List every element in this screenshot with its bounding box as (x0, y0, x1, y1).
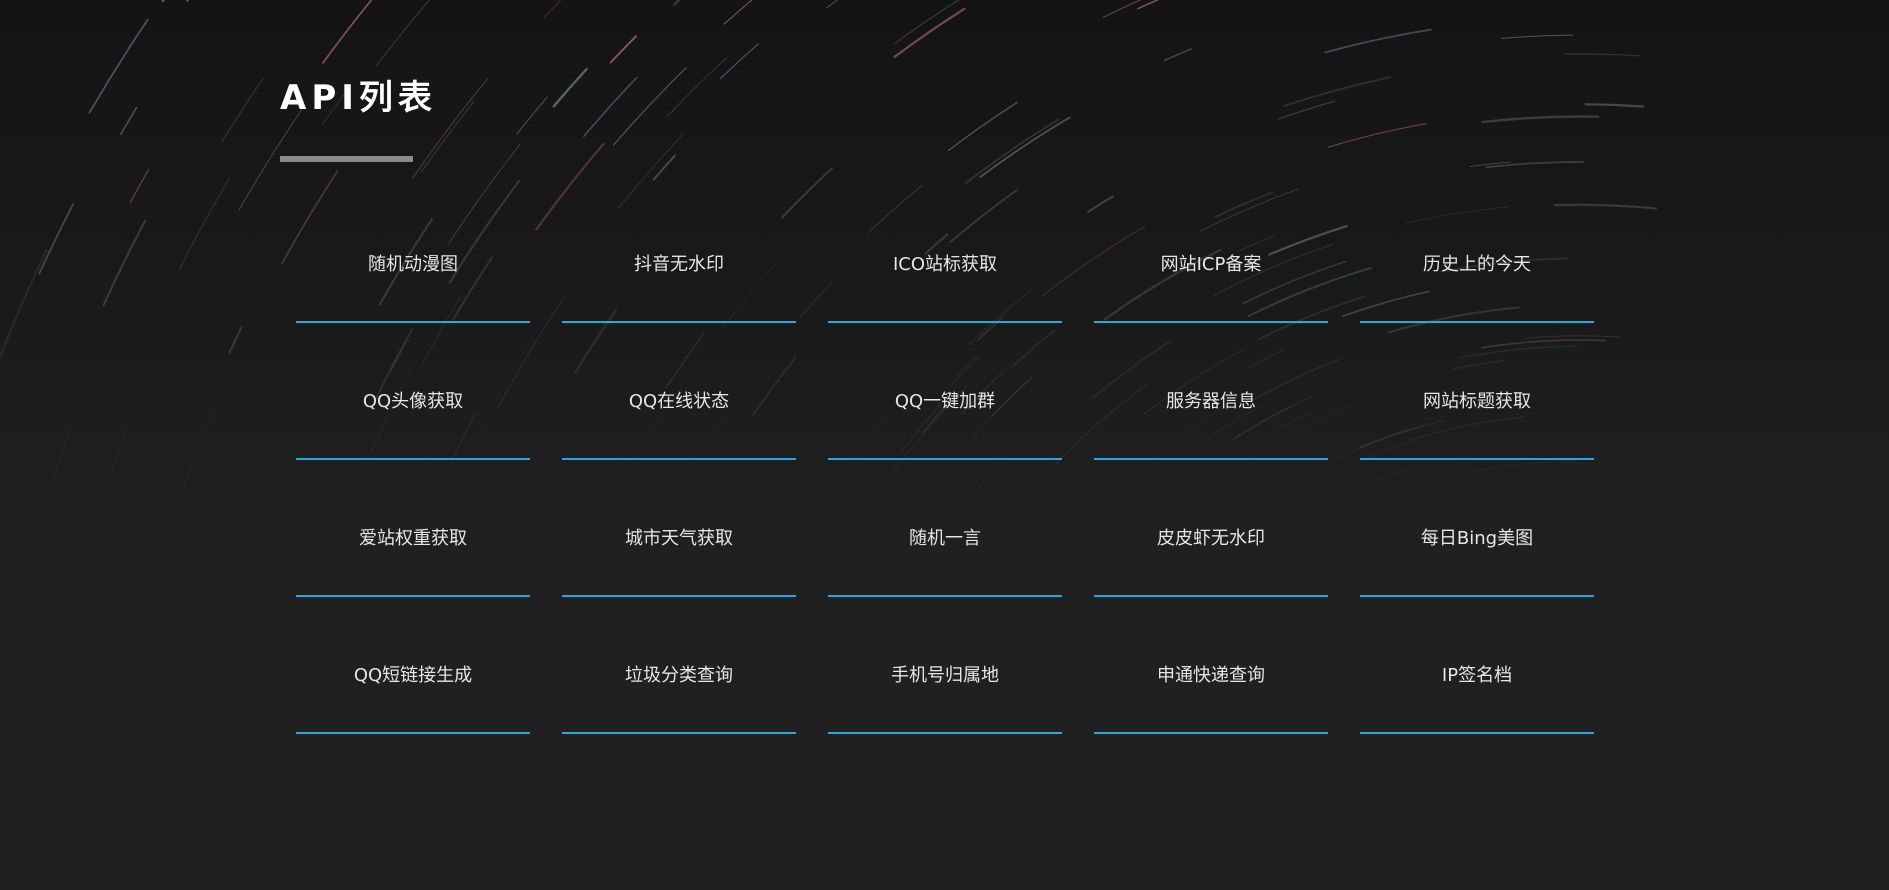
star-trail (54, 429, 71, 477)
api-item-garbage-classification[interactable]: 垃圾分类查询 (562, 633, 796, 734)
star-trail (129, 168, 150, 204)
page: API列表 随机动漫图 抖音无水印 ICO站标获取 网站ICP备案 历史上的今天… (0, 0, 1889, 890)
api-item-city-weather[interactable]: 城市天气获取 (562, 496, 796, 597)
api-item-qq-online-status[interactable]: QQ在线状态 (562, 359, 796, 460)
star-trail (178, 178, 230, 271)
api-item-server-info[interactable]: 服务器信息 (1094, 359, 1328, 460)
api-item-ip-signature[interactable]: IP签名档 (1360, 633, 1594, 734)
api-item-daily-bing-image[interactable]: 每日Bing美图 (1360, 496, 1594, 597)
api-grid: 随机动漫图 抖音无水印 ICO站标获取 网站ICP备案 历史上的今天 QQ头像获… (296, 222, 1606, 734)
star-trail (228, 326, 243, 354)
api-item-site-title-fetch[interactable]: 网站标题获取 (1360, 359, 1594, 460)
api-item-qq-avatar[interactable]: QQ头像获取 (296, 359, 530, 460)
api-item-icp-record[interactable]: 网站ICP备案 (1094, 222, 1328, 323)
title-underline (280, 156, 413, 162)
star-trail (221, 78, 264, 142)
star-trail (119, 106, 138, 136)
api-item-aizhan-weight[interactable]: 爱站权重获取 (296, 496, 530, 597)
api-item-random-anime-image[interactable]: 随机动漫图 (296, 222, 530, 323)
api-item-pipixia-no-watermark[interactable]: 皮皮虾无水印 (1094, 496, 1328, 597)
star-trail (108, 421, 131, 479)
api-item-sto-express-tracking[interactable]: 申通快递查询 (1094, 633, 1328, 734)
star-trail (186, 0, 189, 2)
api-item-douyin-no-watermark[interactable]: 抖音无水印 (562, 222, 796, 323)
star-trail (0, 248, 48, 360)
star-trail (33, 438, 46, 471)
api-item-qq-short-link[interactable]: QQ短链接生成 (296, 633, 530, 734)
star-trail (180, 378, 227, 497)
star-trail (38, 203, 74, 275)
api-item-favicon-fetch[interactable]: ICO站标获取 (828, 222, 1062, 323)
api-item-random-quote[interactable]: 随机一言 (828, 496, 1062, 597)
star-trail (161, 0, 165, 3)
api-item-qq-join-group[interactable]: QQ一键加群 (828, 359, 1062, 460)
star-trail (235, 434, 253, 478)
page-title: API列表 (280, 78, 437, 118)
api-item-phone-location[interactable]: 手机号归属地 (828, 633, 1062, 734)
main-content: API列表 随机动漫图 抖音无水印 ICO站标获取 网站ICP备案 历史上的今天… (280, 0, 1620, 890)
star-trail (102, 219, 147, 307)
api-item-today-in-history[interactable]: 历史上的今天 (1360, 222, 1594, 323)
star-trail (88, 18, 149, 114)
